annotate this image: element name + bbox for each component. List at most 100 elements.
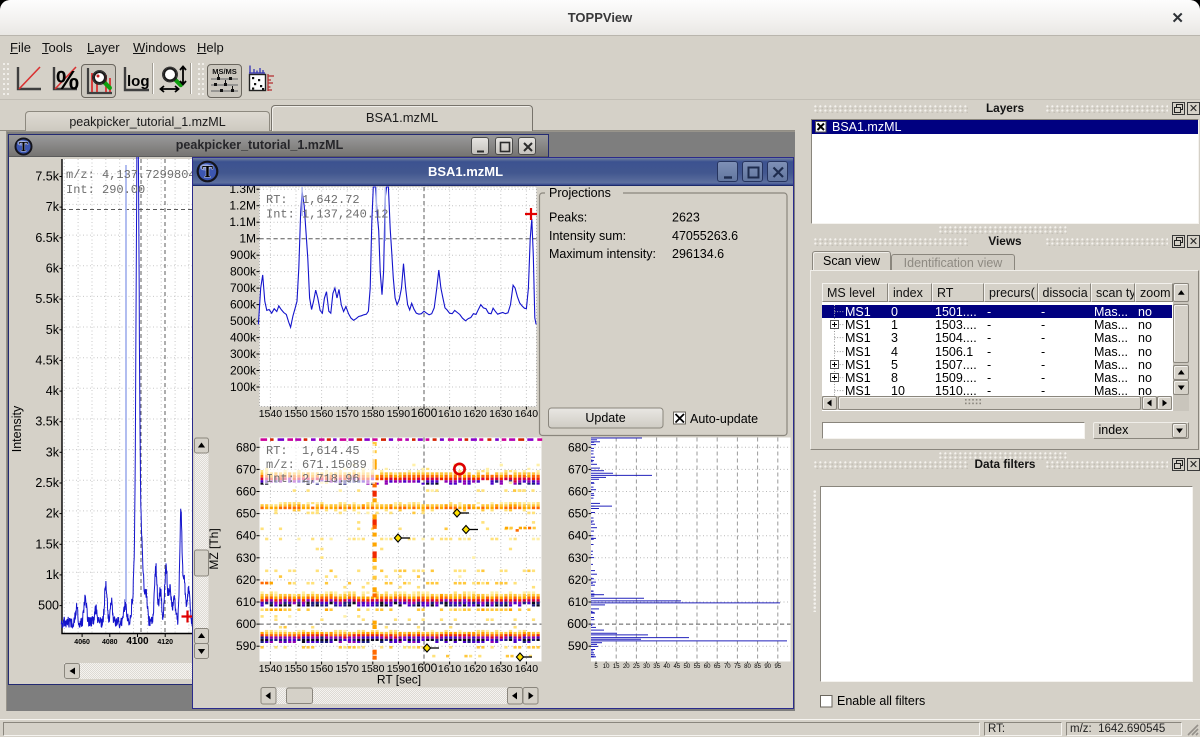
- svg-text:600k: 600k: [229, 297, 256, 311]
- svg-text:T: T: [202, 162, 213, 181]
- svg-text:620: 620: [235, 572, 255, 586]
- svg-text:1.2M: 1.2M: [229, 198, 256, 212]
- svg-text:200k: 200k: [229, 363, 256, 377]
- svg-text:1M: 1M: [239, 231, 256, 245]
- svg-text:610: 610: [235, 595, 255, 609]
- svg-text:660: 660: [567, 484, 587, 498]
- svg-text:640: 640: [235, 528, 255, 542]
- svg-text:4060: 4060: [74, 639, 90, 646]
- svg-text:1610: 1610: [437, 408, 461, 420]
- svg-text:1550: 1550: [284, 408, 308, 420]
- svg-text:90: 90: [764, 664, 771, 670]
- svg-text:1540: 1540: [258, 408, 282, 420]
- svg-text:4.5k: 4.5k: [35, 353, 59, 367]
- svg-text:1.3M: 1.3M: [229, 186, 256, 196]
- svg-text:30: 30: [643, 664, 650, 670]
- svg-text:1540: 1540: [258, 663, 282, 675]
- svg-text:1570: 1570: [335, 663, 359, 675]
- svg-text:RT: 1,614.45: RT: 1,614.45: [266, 444, 360, 458]
- svg-text:1560: 1560: [309, 408, 333, 420]
- svg-text:Int: 290.00: Int: 290.00: [66, 183, 145, 197]
- svg-text:1.5k: 1.5k: [35, 537, 59, 551]
- svg-text:1590: 1590: [386, 408, 410, 420]
- svg-text:6.5k: 6.5k: [35, 231, 59, 245]
- svg-text:45: 45: [673, 664, 680, 670]
- svg-text:1640: 1640: [514, 408, 538, 420]
- svg-text:95: 95: [774, 664, 781, 670]
- svg-text:10: 10: [602, 664, 609, 670]
- svg-text:1570: 1570: [335, 408, 359, 420]
- svg-text:700k: 700k: [229, 281, 256, 295]
- svg-text:80: 80: [744, 664, 751, 670]
- svg-text:4080: 4080: [102, 639, 118, 646]
- svg-text:Int: 2,718.96: Int: 2,718.96: [266, 472, 360, 486]
- svg-text:Projections: Projections: [549, 186, 611, 200]
- svg-text:670: 670: [235, 462, 255, 476]
- svg-text:70: 70: [723, 664, 730, 670]
- svg-text:3.5k: 3.5k: [35, 415, 59, 429]
- svg-text:3k: 3k: [46, 445, 60, 459]
- svg-text:25: 25: [633, 664, 640, 670]
- svg-text:7k: 7k: [46, 200, 60, 214]
- svg-text:296134.6: 296134.6: [672, 247, 724, 261]
- svg-text:600: 600: [567, 617, 588, 631]
- svg-text:7.5k: 7.5k: [35, 170, 59, 184]
- svg-text:RT [sec]: RT [sec]: [376, 672, 420, 686]
- svg-text:5: 5: [594, 664, 598, 670]
- svg-text:670: 670: [567, 462, 587, 476]
- svg-text:680: 680: [567, 440, 587, 454]
- svg-text:m/z: 4,137.7299804: m/z: 4,137.7299804: [66, 168, 196, 182]
- svg-text:2k: 2k: [46, 507, 60, 521]
- svg-text:T: T: [18, 139, 27, 154]
- svg-text:630: 630: [567, 550, 587, 564]
- svg-text:660: 660: [235, 484, 255, 498]
- svg-text:2.5k: 2.5k: [35, 476, 59, 490]
- svg-text:1620: 1620: [463, 408, 487, 420]
- svg-text:60: 60: [703, 664, 710, 670]
- svg-text:640: 640: [567, 528, 587, 542]
- svg-text:85: 85: [754, 664, 761, 670]
- svg-text:4100: 4100: [126, 636, 149, 647]
- svg-text:1550: 1550: [284, 663, 308, 675]
- svg-text:600: 600: [235, 617, 255, 631]
- svg-text:1.1M: 1.1M: [229, 215, 256, 229]
- svg-text:Update: Update: [585, 411, 625, 425]
- svg-text:650: 650: [567, 506, 587, 520]
- svg-text:1620: 1620: [463, 663, 487, 675]
- svg-text:35: 35: [653, 664, 660, 670]
- svg-text:75: 75: [734, 664, 741, 670]
- svg-text:630: 630: [235, 550, 255, 564]
- svg-text:Peaks:: Peaks:: [549, 210, 587, 224]
- svg-text:1640: 1640: [514, 663, 538, 675]
- svg-text:MS/MS: MS/MS: [212, 67, 237, 76]
- svg-text:Intensity: Intensity: [10, 405, 24, 452]
- svg-text:47055263.6: 47055263.6: [672, 228, 738, 242]
- svg-text:1610: 1610: [437, 663, 461, 675]
- svg-text:5.5k: 5.5k: [35, 292, 59, 306]
- svg-text:400k: 400k: [229, 330, 256, 344]
- svg-text:40: 40: [663, 664, 670, 670]
- svg-text:55: 55: [693, 664, 700, 670]
- svg-text:50: 50: [683, 664, 690, 670]
- svg-text:MZ [Th]: MZ [Th]: [207, 528, 221, 569]
- svg-text:%: %: [56, 65, 79, 94]
- svg-text:650: 650: [235, 506, 255, 520]
- svg-text:2623: 2623: [672, 210, 700, 224]
- svg-text:610: 610: [567, 595, 587, 609]
- svg-text:300k: 300k: [229, 347, 256, 361]
- svg-text:500: 500: [38, 599, 59, 613]
- svg-text:6k: 6k: [46, 261, 60, 275]
- svg-text:5k: 5k: [46, 323, 60, 337]
- svg-text:590: 590: [567, 639, 587, 653]
- svg-text:100k: 100k: [229, 380, 256, 394]
- svg-text:m/z: 671.15089: m/z: 671.15089: [266, 458, 367, 472]
- svg-text:Int: 1,137,240.12: Int: 1,137,240.12: [266, 207, 388, 221]
- svg-text:900k: 900k: [229, 248, 256, 262]
- svg-text:1630: 1630: [489, 663, 513, 675]
- svg-text:15: 15: [612, 664, 619, 670]
- svg-text:1580: 1580: [361, 408, 385, 420]
- svg-text:620: 620: [567, 572, 587, 586]
- svg-text:4k: 4k: [46, 384, 60, 398]
- svg-text:Maximum intensity:: Maximum intensity:: [549, 247, 656, 261]
- svg-text:1k: 1k: [46, 568, 60, 582]
